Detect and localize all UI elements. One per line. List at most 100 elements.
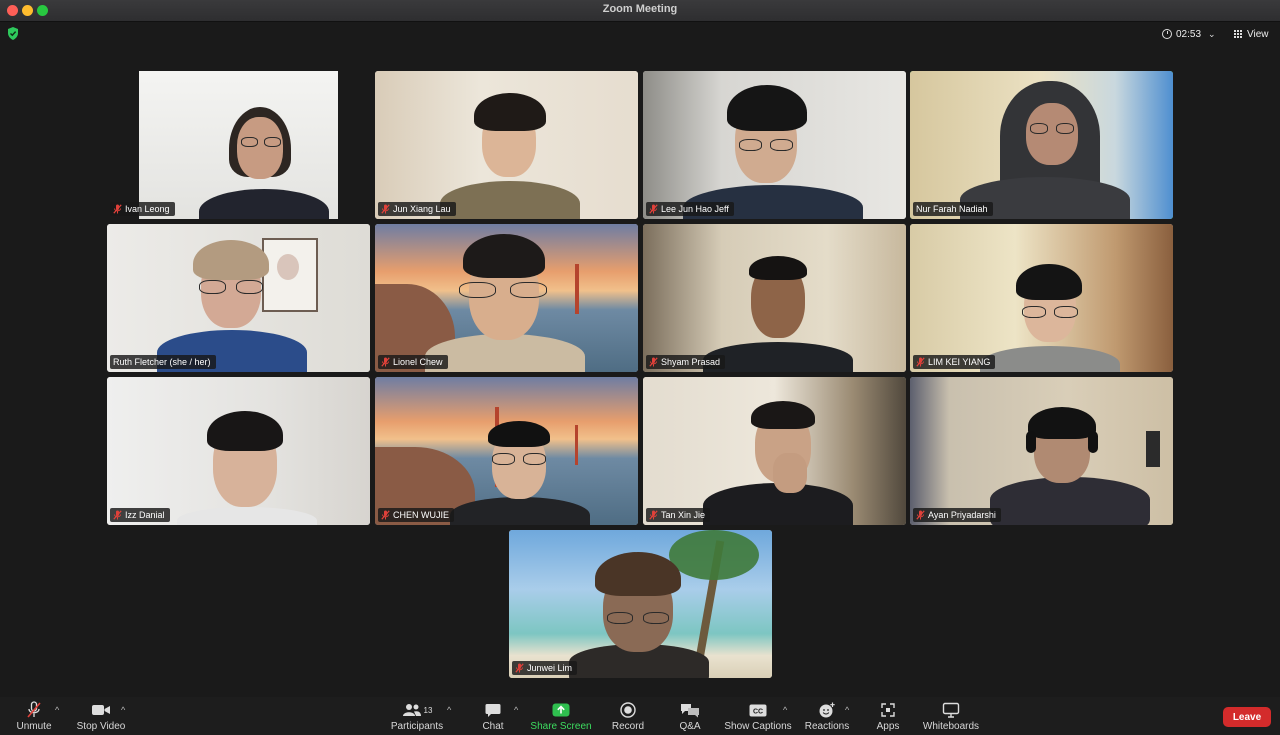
meeting-timer-value: 02:53 (1176, 28, 1202, 40)
participant-name: Lionel Chew (393, 357, 443, 367)
muted-mic-icon (381, 357, 390, 367)
participant-name: Ruth Fletcher (she / her) (113, 357, 211, 367)
apps-label: Apps (876, 721, 900, 732)
participant-nametag: Izz Danial (110, 508, 170, 522)
participant-nametag: Junwei Lim (512, 661, 578, 675)
svg-text:CC: CC (753, 708, 763, 715)
participant-nametag: Nur Farah Nadiah (913, 202, 993, 216)
qa-label: Q&A (679, 721, 701, 732)
meeting-toolbar: Unmute ^ Stop Video ^ 13 Participants ^ … (0, 697, 1280, 735)
muted-mic-icon (515, 663, 524, 673)
record-label: Record (611, 721, 645, 732)
video-tile[interactable]: Junwei Lim (509, 530, 772, 678)
muted-mic-icon (381, 510, 390, 520)
record-button[interactable]: Record (611, 700, 645, 734)
video-tile[interactable]: Ruth Fletcher (she / her) (107, 224, 370, 372)
view-label: View (1247, 28, 1269, 40)
video-tile[interactable]: LIM KEI YIANG (910, 224, 1173, 372)
muted-mic-icon (27, 701, 41, 718)
stop-video-label: Stop Video (76, 721, 126, 732)
audio-options-caret[interactable]: ^ (55, 705, 59, 715)
participant-name: Izz Danial (125, 510, 165, 520)
unmute-button[interactable]: Unmute (14, 700, 54, 734)
stop-video-button[interactable]: Stop Video (76, 700, 126, 734)
participant-name: Shyam Prasad (661, 357, 721, 367)
participant-name: Nur Farah Nadiah (916, 204, 988, 214)
unmute-label: Unmute (16, 721, 52, 732)
video-tile[interactable]: Shyam Prasad (643, 224, 906, 372)
reactions-button[interactable]: Reactions (804, 700, 850, 734)
reactions-label: Reactions (804, 721, 850, 732)
window-titlebar: Zoom Meeting (0, 0, 1280, 22)
participant-name: LIM KEI YIANG (928, 357, 991, 367)
apps-icon (881, 703, 895, 717)
grid-view-icon (1234, 29, 1243, 39)
participant-name: Jun Xiang Lau (393, 204, 451, 214)
video-tile[interactable]: Ayan Priyadarshi (910, 377, 1173, 525)
leave-meeting-button[interactable]: Leave (1223, 707, 1271, 727)
participants-button[interactable]: 13 Participants (390, 700, 444, 734)
muted-mic-icon (381, 204, 390, 214)
video-tile[interactable]: Izz Danial (107, 377, 370, 525)
video-tile[interactable]: Ivan Leong (107, 71, 370, 219)
chat-bubble-icon (485, 703, 501, 717)
meeting-topbar: 02:53 ⌄ View (0, 22, 1280, 46)
video-camera-icon (92, 705, 110, 715)
participant-nametag: Ivan Leong (110, 202, 175, 216)
participant-name: Junwei Lim (527, 663, 573, 673)
participant-nametag: CHEN WUJIE (378, 508, 454, 522)
closed-captions-icon: CC (749, 704, 767, 716)
participants-icon (402, 704, 421, 716)
share-screen-icon (552, 703, 570, 717)
qa-button[interactable]: Q&A (677, 700, 703, 734)
participant-nametag: Tan Xin Jie (646, 508, 711, 522)
captions-options-caret[interactable]: ^ (783, 705, 787, 715)
muted-mic-icon (649, 204, 658, 214)
share-screen-button[interactable]: Share Screen (530, 700, 592, 734)
chevron-down-icon: ⌄ (1208, 28, 1216, 39)
video-tile[interactable]: Lionel Chew (375, 224, 638, 372)
participant-name: Lee Jun Hao Jeff (661, 204, 729, 214)
encryption-shield-icon[interactable] (7, 27, 19, 40)
show-captions-button[interactable]: CC Show Captions (724, 700, 792, 734)
share-screen-label: Share Screen (530, 721, 592, 732)
reactions-options-caret[interactable]: ^ (845, 705, 849, 715)
video-tile-active-speaker[interactable]: Nur Farah Nadiah (910, 71, 1173, 219)
participant-count: 13 (423, 705, 433, 715)
participants-options-caret[interactable]: ^ (447, 705, 451, 715)
muted-mic-icon (916, 357, 925, 367)
muted-mic-icon (649, 510, 658, 520)
show-captions-label: Show Captions (724, 721, 792, 732)
participant-nametag: Lionel Chew (378, 355, 448, 369)
reactions-smiley-icon (819, 702, 835, 718)
clock-icon (1162, 29, 1172, 39)
participant-nametag: Shyam Prasad (646, 355, 726, 369)
whiteboards-label: Whiteboards (922, 721, 980, 732)
whiteboard-icon (942, 702, 960, 718)
apps-button[interactable]: Apps (875, 700, 901, 734)
chat-options-caret[interactable]: ^ (514, 705, 518, 715)
qa-icon (681, 703, 699, 717)
muted-mic-icon (649, 357, 658, 367)
video-tile[interactable]: Jun Xiang Lau (375, 71, 638, 219)
video-tile[interactable]: Tan Xin Jie (643, 377, 906, 525)
participant-name: Tan Xin Jie (661, 510, 706, 520)
meeting-timer[interactable]: 02:53 ⌄ (1162, 25, 1226, 43)
view-button[interactable]: View (1234, 25, 1269, 43)
window-title: Zoom Meeting (602, 3, 678, 15)
participant-nametag: Ruth Fletcher (she / her) (110, 355, 216, 369)
muted-mic-icon (113, 204, 122, 214)
participant-name: Ayan Priyadarshi (928, 510, 996, 520)
participant-name: CHEN WUJIE (393, 510, 449, 520)
video-options-caret[interactable]: ^ (121, 705, 125, 715)
video-tile[interactable]: CHEN WUJIE (375, 377, 638, 525)
participant-nametag: Jun Xiang Lau (378, 202, 456, 216)
muted-mic-icon (916, 510, 925, 520)
chat-button[interactable]: Chat (480, 700, 506, 734)
muted-mic-icon (113, 510, 122, 520)
chat-label: Chat (482, 721, 504, 732)
whiteboards-button[interactable]: Whiteboards (922, 700, 980, 734)
participants-label: Participants (390, 721, 444, 732)
record-icon (620, 702, 636, 718)
video-tile[interactable]: Lee Jun Hao Jeff (643, 71, 906, 219)
